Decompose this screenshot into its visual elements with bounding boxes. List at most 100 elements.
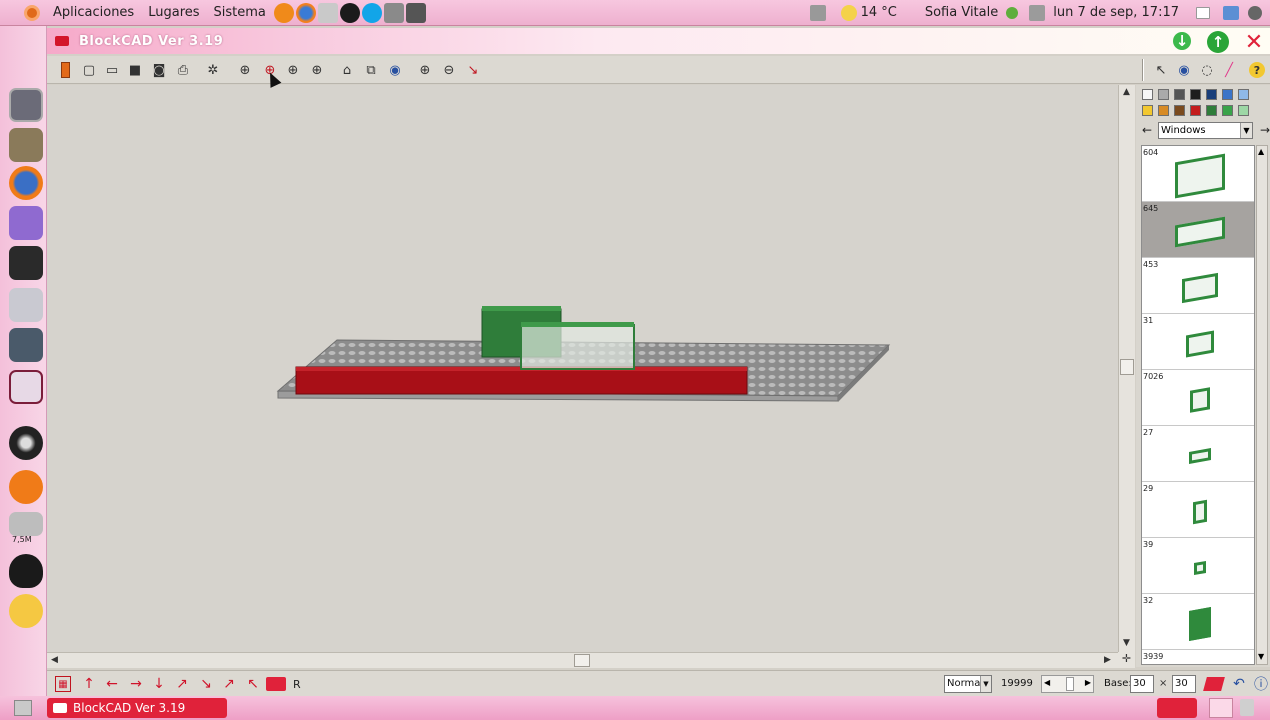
mail-icon[interactable] xyxy=(317,2,338,23)
info-icon[interactable]: ⓘ xyxy=(1251,675,1270,693)
base-x-field[interactable]: 30 xyxy=(1130,675,1154,693)
launcher-app-icon[interactable] xyxy=(273,2,294,23)
menu-system[interactable]: Sistema xyxy=(207,5,273,20)
wine-icon[interactable] xyxy=(9,370,43,404)
minimize-button[interactable]: ↓ xyxy=(1173,32,1191,50)
scroll-right-icon[interactable]: ▶ xyxy=(1104,655,1111,665)
weather-dock-icon[interactable] xyxy=(9,594,43,628)
parts-list[interactable]: 604 645 453 31 7026 27 29 39 32 3939 xyxy=(1141,145,1255,665)
horizontal-scrollbar[interactable]: ◀ ▶ xyxy=(47,652,1118,668)
camera-icon[interactable]: ◙ xyxy=(149,60,169,80)
transparent-window-brick[interactable] xyxy=(520,324,635,370)
view-3d-icon[interactable]: ⌂ xyxy=(337,60,357,80)
color-swatch[interactable] xyxy=(1222,105,1233,116)
view-mode-select[interactable]: Normal ▼ xyxy=(944,675,992,693)
network-icon[interactable] xyxy=(809,4,826,21)
print-icon[interactable]: ⎙ xyxy=(173,60,193,80)
settings-icon[interactable]: ✲ xyxy=(203,60,223,80)
firefox-dock-icon[interactable] xyxy=(9,166,43,200)
parts-scroll-down-icon[interactable]: ▼ xyxy=(1258,652,1264,661)
view-flip-icon[interactable]: ⧉ xyxy=(361,60,381,80)
step-prev-icon[interactable]: ◀ xyxy=(1044,678,1050,687)
view-eye-icon[interactable]: ◉ xyxy=(1174,60,1194,80)
menu-places[interactable]: Lugares xyxy=(141,5,206,20)
menu-applications[interactable]: Aplicaciones xyxy=(46,5,141,20)
base-y-field[interactable]: 30 xyxy=(1172,675,1196,693)
zoom-in-icon[interactable]: ⊕ xyxy=(415,60,435,80)
trash-applet-icon[interactable] xyxy=(1240,699,1254,716)
part-list-item[interactable]: 604 xyxy=(1142,146,1254,202)
vertical-scrollbar[interactable]: ▲ ▼ xyxy=(1118,85,1135,652)
power-icon[interactable] xyxy=(1248,5,1262,20)
move-ne-icon[interactable]: ↗ xyxy=(172,675,192,693)
part-list-item[interactable]: 31 xyxy=(1142,314,1254,370)
part-list-item[interactable]: 453 xyxy=(1142,258,1254,314)
chevron-down-icon[interactable]: ▼ xyxy=(1240,123,1252,138)
color-swatch[interactable] xyxy=(1174,89,1185,100)
clover-status-icon[interactable] xyxy=(1006,6,1019,19)
model-view[interactable] xyxy=(47,85,1118,652)
part-list-item[interactable]: 3939 xyxy=(1142,650,1254,664)
color-swatch[interactable] xyxy=(1158,89,1169,100)
desktop-icon[interactable] xyxy=(1196,6,1210,19)
weather-icon[interactable] xyxy=(840,4,857,21)
ubuntu-logo-icon[interactable] xyxy=(24,4,40,21)
pidgin-icon[interactable] xyxy=(339,2,360,23)
camera-app-icon[interactable] xyxy=(383,2,404,23)
scroll-down-icon[interactable]: ▼ xyxy=(1123,638,1130,648)
parts-scroll-up-icon[interactable]: ▲ xyxy=(1258,147,1264,156)
trash-icon[interactable] xyxy=(9,512,43,536)
move-se-icon[interactable]: ↘ xyxy=(196,675,216,693)
color-swatch[interactable] xyxy=(1142,105,1153,116)
scroll-up-icon[interactable]: ▲ xyxy=(1123,87,1130,97)
open-folder-icon[interactable]: ▭ xyxy=(102,60,122,80)
skype-icon[interactable] xyxy=(361,2,382,23)
volume-icon[interactable] xyxy=(1029,4,1046,21)
color-swatch[interactable] xyxy=(1158,105,1169,116)
close-button[interactable]: ✕ xyxy=(1243,30,1265,55)
workspace-red-button[interactable] xyxy=(1157,698,1197,718)
mode-chevron-down-icon[interactable]: ▼ xyxy=(980,676,991,692)
move-up-icon[interactable]: ↑ xyxy=(79,675,99,693)
screen-tool-icon[interactable] xyxy=(9,328,43,362)
vertical-scroll-thumb[interactable] xyxy=(1120,359,1134,375)
model-canvas[interactable] xyxy=(47,85,1118,652)
color-swatch[interactable] xyxy=(1206,89,1217,100)
taskbar-window-button[interactable]: BlockCAD Ver 3.19 xyxy=(47,698,227,718)
save-icon[interactable]: ■ xyxy=(125,60,145,80)
part-list-item[interactable]: 645 xyxy=(1142,202,1254,258)
part-list-item[interactable]: 27 xyxy=(1142,426,1254,482)
show-desktop-icon[interactable] xyxy=(9,88,43,122)
media-player-icon[interactable] xyxy=(9,426,43,460)
photo-app-icon[interactable] xyxy=(9,246,43,280)
color-swatch[interactable] xyxy=(1174,105,1185,116)
color-swatch[interactable] xyxy=(1238,105,1249,116)
resize-corner-icon[interactable]: ✛ xyxy=(1118,652,1135,668)
undo-icon[interactable]: ↶ xyxy=(1229,675,1249,693)
gimp-icon[interactable] xyxy=(9,128,43,162)
workspace-switcher[interactable] xyxy=(1209,698,1233,718)
tux-icon[interactable] xyxy=(9,554,43,588)
parts-scrollbar[interactable]: ▲ ▼ xyxy=(1256,145,1268,665)
screenshot-icon[interactable] xyxy=(405,2,426,23)
ubuntu-dock-icon[interactable] xyxy=(9,470,43,504)
help-icon[interactable]: ? xyxy=(1249,62,1265,78)
horizontal-scroll-thumb[interactable] xyxy=(574,654,590,667)
red-brick-row[interactable] xyxy=(295,366,748,395)
step-next-icon[interactable]: ▶ xyxy=(1085,678,1091,687)
weather-temperature[interactable]: 14 °C xyxy=(858,5,904,20)
move-sw-icon[interactable]: ↖ xyxy=(243,675,263,693)
brick-add-icon[interactable] xyxy=(266,677,286,691)
network-manager-icon[interactable] xyxy=(1223,5,1239,20)
palette-forward-icon[interactable]: → xyxy=(1260,123,1270,137)
eye-icon[interactable]: ◉ xyxy=(385,60,405,80)
app-brick-icon[interactable] xyxy=(55,36,69,46)
rotate-right-icon[interactable]: ⊕ xyxy=(307,60,327,80)
user-name[interactable]: Sofia Vitale xyxy=(918,5,1005,20)
color-swatch[interactable] xyxy=(1206,105,1217,116)
scroll-left-icon[interactable]: ◀ xyxy=(51,655,58,665)
base-brick-icon[interactable] xyxy=(1203,677,1225,691)
part-list-item[interactable]: 39 xyxy=(1142,538,1254,594)
pointer-arrow-icon[interactable]: ↘ xyxy=(463,60,483,80)
grid-select-icon[interactable]: ▦ xyxy=(55,676,71,692)
